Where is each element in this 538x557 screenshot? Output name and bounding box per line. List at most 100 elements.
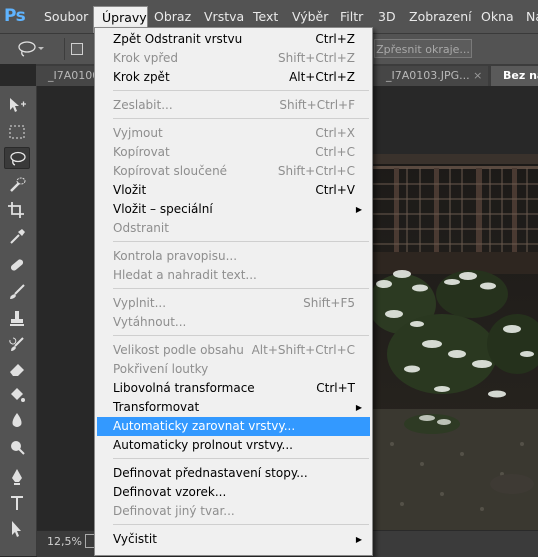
menu-item-shortcut: Ctrl+C (315, 145, 355, 159)
menu-item-check-spelling[interactable]: Kontrola pravopisu... (97, 247, 370, 266)
menu-item-label: Vytáhnout... (113, 315, 187, 329)
menu-item-shortcut: Ctrl+X (315, 126, 355, 140)
clone-stamp-tool-icon[interactable] (4, 308, 30, 330)
menu-item-label: Vložit (113, 183, 147, 197)
menu-item-label: Vyplnit... (113, 296, 167, 310)
submenu-arrow-icon: ▶ (355, 403, 362, 412)
menu-item-label: Odstranit (113, 221, 169, 235)
menu-item-auto-align-layers[interactable]: Automaticky zarovnat vrstvy... (97, 417, 370, 436)
menu-item-paste-special[interactable]: Vložit – speciální ▶ (97, 200, 370, 219)
menu-item-label: Zpět Odstranit vrstvu (113, 32, 243, 46)
menu-item-fade[interactable]: Zeslabit... Shift+Ctrl+F (97, 96, 370, 115)
menu-item-label: Krok vpřed (113, 51, 179, 65)
menu-item-shortcut: Shift+F5 (303, 296, 355, 310)
menu-item-label: Automaticky prolnout vrstvy... (113, 438, 293, 452)
menu-item-paste[interactable]: Vložit Ctrl+V (97, 181, 370, 200)
menu-item-label: Libovolná transformace (113, 381, 255, 395)
tab-document-1[interactable]: _I7A0100 (36, 66, 96, 86)
lasso-preset-icon[interactable] (17, 39, 44, 59)
menu-item-shortcut: Alt+Shift+Ctrl+C (251, 343, 355, 357)
menu-item-label: Vyčistit (113, 532, 157, 546)
menu-item-label: Transformovat (113, 400, 200, 414)
menu-item-label: Hledat a nahradit text... (113, 268, 257, 282)
tab-document-2[interactable]: _I7A0103.JPG... × (374, 66, 488, 86)
menu-item-label: Definovat jiný tvar... (113, 504, 235, 518)
zoom-level[interactable]: 12,5% (47, 535, 82, 548)
menu-item-shortcut: Ctrl+T (316, 381, 355, 395)
menu-item-purge[interactable]: Vyčistit ▶ (97, 530, 370, 549)
menu-item-copy[interactable]: Kopírovat Ctrl+C (97, 143, 370, 162)
divider (64, 38, 65, 60)
menu-item-copy-merged[interactable]: Kopírovat sloučené Shift+Ctrl+C (97, 162, 370, 181)
tab-label: _I7A0100 (48, 69, 96, 82)
menu-item-label: Vyjmout (113, 126, 163, 140)
menu-item-shortcut: Shift+Ctrl+C (277, 164, 355, 178)
crop-tool-icon[interactable] (4, 199, 30, 221)
blur-tool-icon[interactable] (4, 409, 30, 431)
menu-item-shortcut: Shift+Ctrl+F (279, 98, 355, 112)
history-brush-tool-icon[interactable] (4, 334, 30, 356)
menu-item-cut[interactable]: Vyjmout Ctrl+X (97, 124, 370, 143)
menu-zobrazeni[interactable]: Zobrazení (409, 0, 472, 33)
eyedropper-tool-icon[interactable] (4, 225, 30, 247)
menu-separator (113, 524, 369, 525)
pen-tool-icon[interactable] (4, 466, 30, 488)
tab-label: Bez názvu (503, 69, 538, 82)
menu-item-stroke[interactable]: Vytáhnout... (97, 313, 370, 332)
dodge-tool-icon[interactable] (4, 436, 30, 458)
menu-3d[interactable]: 3D (378, 0, 396, 33)
brush-tool-icon[interactable] (4, 281, 30, 303)
menu-separator (113, 335, 369, 336)
tab-label: _I7A0103.JPG... (386, 69, 470, 82)
healing-brush-tool-icon[interactable] (4, 254, 30, 276)
menu-item-define-pattern[interactable]: Definovat vzorek... (97, 483, 370, 502)
menu-item-auto-blend-layers[interactable]: Automaticky prolnout vrstvy... (97, 436, 370, 455)
menu-item-transform[interactable]: Transformovat ▶ (97, 398, 370, 417)
document-image (372, 154, 538, 530)
menu-item-free-transform[interactable]: Libovolná transformace Ctrl+T (97, 379, 370, 398)
move-tool-icon[interactable] (4, 94, 30, 116)
menu-item-label: Definovat přednastavení stopy... (113, 466, 308, 480)
tools-panel (0, 86, 37, 556)
menu-item-label: Pokřivení loutky (113, 362, 209, 376)
menu-item-puppet-warp[interactable]: Pokřivení loutky (97, 360, 370, 379)
menu-item-shortcut: Shift+Ctrl+Z (278, 51, 355, 65)
path-selection-tool-icon[interactable] (4, 518, 30, 540)
paint-bucket-tool-icon[interactable] (4, 384, 30, 406)
menu-separator (113, 241, 369, 242)
tab-document-3[interactable]: Bez názvu (491, 66, 538, 86)
menu-item-find-replace[interactable]: Hledat a nahradit text... (97, 266, 370, 285)
edit-menu-dropdown: Zpět Odstranit vrstvu Ctrl+Z Krok vpřed … (94, 27, 373, 556)
menu-item-label: Kontrola pravopisu... (113, 249, 238, 263)
photoshop-logo: Ps (4, 6, 26, 26)
menu-napoveda[interactable]: Nápo (526, 0, 538, 33)
menu-item-step-forward[interactable]: Krok vpřed Shift+Ctrl+Z (97, 49, 370, 68)
menu-item-shortcut: Alt+Ctrl+Z (289, 70, 355, 84)
menu-separator (113, 90, 369, 91)
menu-item-define-brush-preset[interactable]: Definovat přednastavení stopy... (97, 464, 370, 483)
menu-item-shortcut: Ctrl+V (315, 183, 355, 197)
menu-item-label: Vložit – speciální (113, 202, 213, 216)
type-tool-icon[interactable] (4, 492, 30, 514)
menu-item-label: Kopírovat (113, 145, 170, 159)
menu-item-step-backward[interactable]: Krok zpět Alt+Ctrl+Z (97, 68, 370, 87)
menu-okna[interactable]: Okna (481, 0, 514, 33)
menu-item-define-custom-shape[interactable]: Definovat jiný tvar... (97, 502, 370, 521)
refine-edge-button[interactable]: Zpřesnit okraje... (374, 39, 472, 58)
menu-separator (113, 288, 369, 289)
menu-item-label: Automaticky zarovnat vrstvy... (113, 419, 296, 433)
new-selection-icon[interactable] (71, 43, 83, 55)
marquee-tool-icon[interactable] (4, 121, 30, 143)
menu-item-clear[interactable]: Odstranit (97, 219, 370, 238)
menu-item-content-aware-scale[interactable]: Velikost podle obsahu Alt+Shift+Ctrl+C (97, 341, 370, 360)
lasso-tool-icon[interactable] (4, 147, 30, 169)
submenu-arrow-icon: ▶ (355, 535, 362, 544)
submenu-arrow-icon: ▶ (355, 205, 362, 214)
menu-item-fill[interactable]: Vyplnit... Shift+F5 (97, 294, 370, 313)
eraser-tool-icon[interactable] (4, 358, 30, 380)
quick-selection-tool-icon[interactable] (4, 174, 30, 196)
menu-item-undo[interactable]: Zpět Odstranit vrstvu Ctrl+Z (97, 30, 370, 49)
menu-soubor[interactable]: Soubor (44, 0, 88, 33)
menu-item-label: Definovat vzorek... (113, 485, 227, 499)
close-icon[interactable]: × (473, 69, 482, 82)
